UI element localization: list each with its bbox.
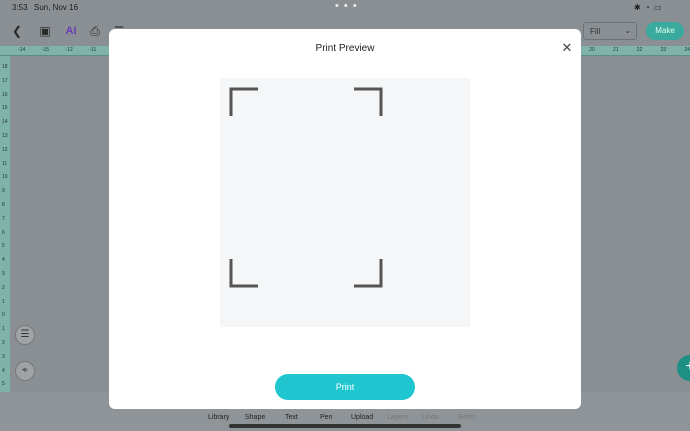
ruler-tick: 20: [589, 47, 595, 53]
bottom-item-redo[interactable]: Redo: [458, 414, 475, 421]
registration-marks: [229, 87, 383, 288]
registration-mark-top-left: [229, 87, 258, 116]
multitask-dots[interactable]: • • •: [335, 0, 358, 12]
print-preview-dialog: Print Preview ✕ Print: [109, 29, 581, 409]
status-time: 3:53: [12, 3, 28, 12]
ruler-tick: 23: [660, 47, 667, 53]
ruler-tick: 9: [2, 188, 5, 195]
ruler-tick: 14: [2, 119, 8, 126]
crosshair-icon: ⌖: [22, 365, 28, 376]
ruler-tick: 1: [2, 326, 5, 333]
print-icon[interactable]: ⎙: [88, 24, 102, 38]
locate-button[interactable]: ⌖: [15, 361, 35, 381]
battery-wifi-icons: ✱ ◔ ▭: [634, 3, 663, 12]
fill-select[interactable]: Fill ⌄: [583, 22, 637, 40]
ruler-tick: 0: [2, 312, 5, 319]
ruler-tick: 3: [2, 353, 5, 360]
back-chevron-icon[interactable]: ❮: [10, 24, 24, 38]
list-icon: ☰: [20, 329, 30, 340]
close-icon[interactable]: ✕: [560, 41, 574, 55]
ruler-tick: 24: [684, 47, 690, 53]
bottom-item-text[interactable]: Text: [285, 414, 298, 421]
ruler-tick: 4: [2, 257, 5, 264]
ruler-tick: 10: [2, 174, 8, 181]
bottom-item-pen[interactable]: Pen: [320, 414, 332, 421]
print-button[interactable]: Print: [275, 374, 415, 400]
ruler-tick: 1: [2, 298, 5, 305]
ruler-tick: 11: [2, 160, 8, 167]
home-indicator: [229, 424, 461, 428]
save-icon[interactable]: ▣: [38, 24, 52, 38]
ruler-tick: -14: [18, 47, 26, 53]
ruler-tick: 5: [2, 381, 5, 388]
status-bar: 3:53 Sun, Nov 16 • • • ✱ ◔ ▭: [0, 0, 690, 16]
ruler-tick: -11: [89, 47, 97, 53]
bottom-item-library[interactable]: Library: [208, 414, 229, 421]
ruler-tick: 18: [2, 64, 8, 70]
make-button[interactable]: Make: [646, 22, 684, 40]
layers-list-button[interactable]: ☰: [15, 325, 35, 345]
ruler-tick: 13: [2, 133, 8, 139]
ruler-tick: 17: [2, 77, 8, 84]
print-preview-area: [220, 78, 470, 327]
ruler-tick: 5: [2, 243, 5, 250]
ruler-tick: 2: [2, 340, 5, 346]
ruler-tick: -12: [65, 47, 73, 53]
fill-select-value: Fill: [590, 27, 601, 36]
ruler-tick: 4: [2, 367, 5, 374]
ruler-tick: 6: [2, 229, 5, 236]
registration-mark-top-right: [354, 87, 383, 116]
vertical-ruler: 18 17 16 15 14 13 12 11 10 9 8 7 6 5 4 3 2 1 0 1 2 3 4 5: [0, 56, 10, 396]
ruler-tick: 15: [2, 105, 8, 112]
ruler-tick: 7: [2, 215, 5, 222]
bottom-item-shape[interactable]: Shape: [245, 414, 265, 421]
chevron-down-icon: ⌄: [624, 26, 631, 35]
bottom-item-upload[interactable]: Upload: [351, 414, 373, 421]
ai-button[interactable]: AI: [64, 24, 78, 38]
ruler-tick: 2: [2, 284, 5, 291]
plus-icon: +: [685, 358, 690, 375]
ruler-tick: 21: [613, 47, 619, 53]
dialog-title: Print Preview: [315, 43, 375, 54]
bottom-item-layers[interactable]: Layers: [387, 414, 408, 421]
ruler-tick: 16: [2, 91, 8, 98]
ruler-tick: 8: [2, 202, 5, 208]
registration-mark-bottom-left: [229, 259, 258, 288]
status-date: Sun, Nov 16: [34, 3, 79, 12]
registration-mark-bottom-right: [354, 259, 383, 288]
ruler-tick: 22: [636, 47, 643, 53]
ruler-tick: -15: [41, 47, 50, 53]
ruler-tick: 12: [2, 146, 8, 153]
ruler-tick: 3: [2, 271, 5, 277]
bottom-item-undo[interactable]: Undo: [422, 414, 439, 421]
